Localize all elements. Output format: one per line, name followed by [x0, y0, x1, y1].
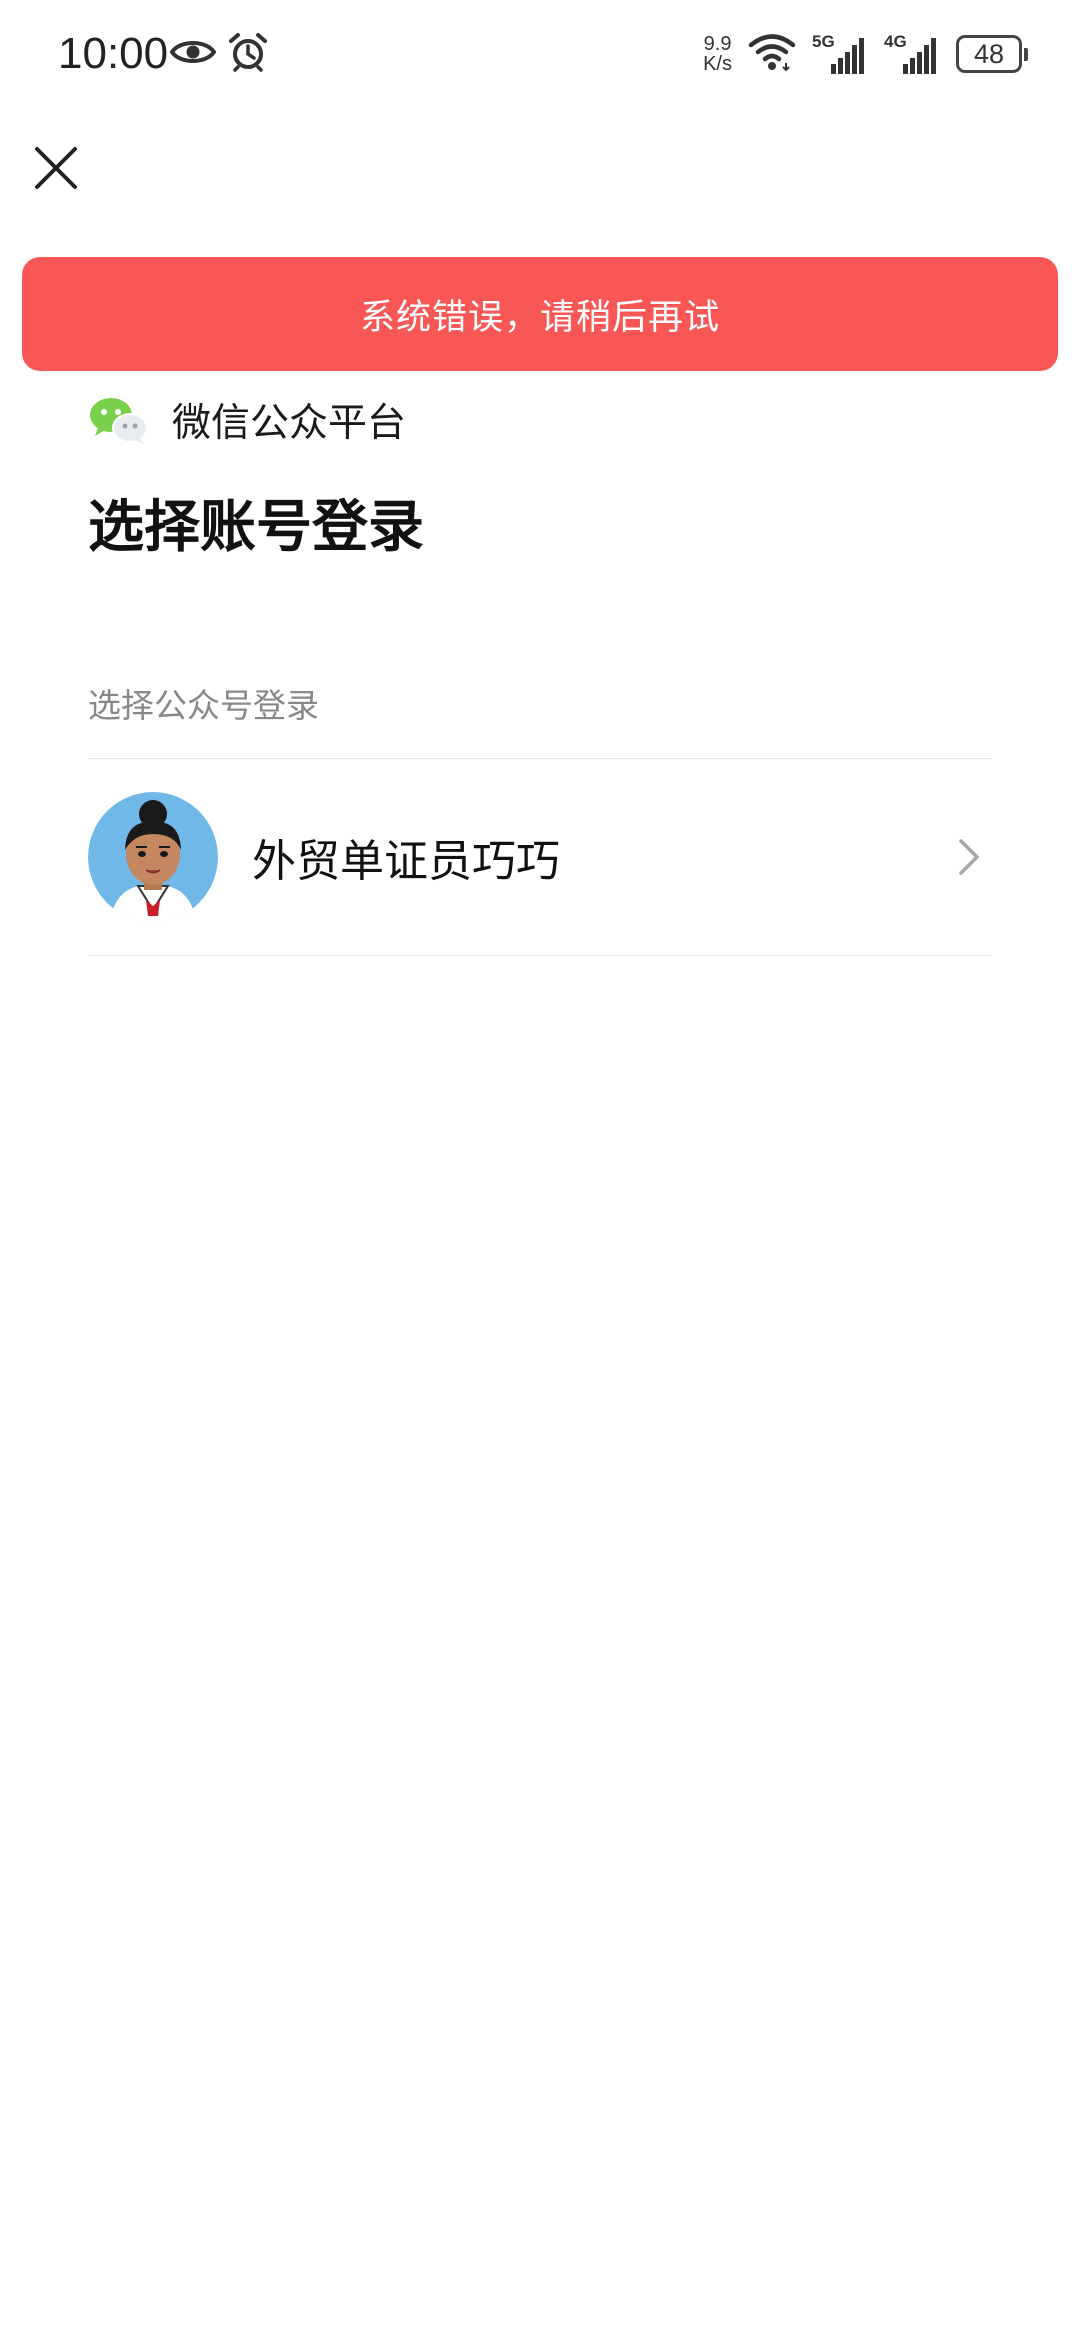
battery-icon: 48 — [956, 35, 1028, 73]
brand-name: 微信公众平台 — [172, 401, 407, 446]
network-speed: 9.9 K/s — [703, 34, 732, 74]
account-row[interactable]: 外贸单证员巧巧 — [88, 760, 992, 953]
battery-level: 48 — [973, 38, 1005, 69]
error-toast: 系统错误，请稍后再试 — [22, 257, 1058, 371]
divider-top — [88, 758, 992, 759]
account-avatar — [88, 791, 218, 922]
brand-header: 微信公众平台 — [88, 390, 406, 450]
status-left-icons — [169, 30, 268, 78]
status-right: 9.9 K/s 5G 4G 48 — [703, 28, 1028, 80]
divider-bottom — [88, 955, 992, 956]
signal-5g-icon: 5G — [812, 32, 868, 76]
error-toast-message: 系统错误，请稍后再试 — [359, 297, 720, 338]
wechat-icon — [90, 398, 148, 444]
eye-icon — [169, 37, 217, 71]
status-time: 10:00 — [58, 29, 169, 78]
chevron-right-icon — [959, 838, 979, 875]
network-speed-value: 9.9 — [703, 33, 732, 55]
section-label: 选择公众号登录 — [88, 686, 319, 725]
wifi-icon — [748, 32, 796, 76]
status-bar: 10:00 9.9 K/s 5G 4G 48 — [0, 0, 1080, 110]
page-title: 选择账号登录 — [88, 495, 424, 560]
account-name: 外贸单证员巧巧 — [252, 835, 560, 887]
signal-4g-icon: 4G — [884, 32, 940, 76]
network-speed-unit: K/s — [703, 53, 732, 75]
close-icon — [35, 147, 77, 189]
alarm-icon — [228, 32, 268, 76]
login-select-screen: 10:00 9.9 K/s 5G 4G 48 系统错误，请稍后再试 微信公众平台… — [0, 0, 1080, 2340]
close-button[interactable] — [28, 140, 84, 196]
